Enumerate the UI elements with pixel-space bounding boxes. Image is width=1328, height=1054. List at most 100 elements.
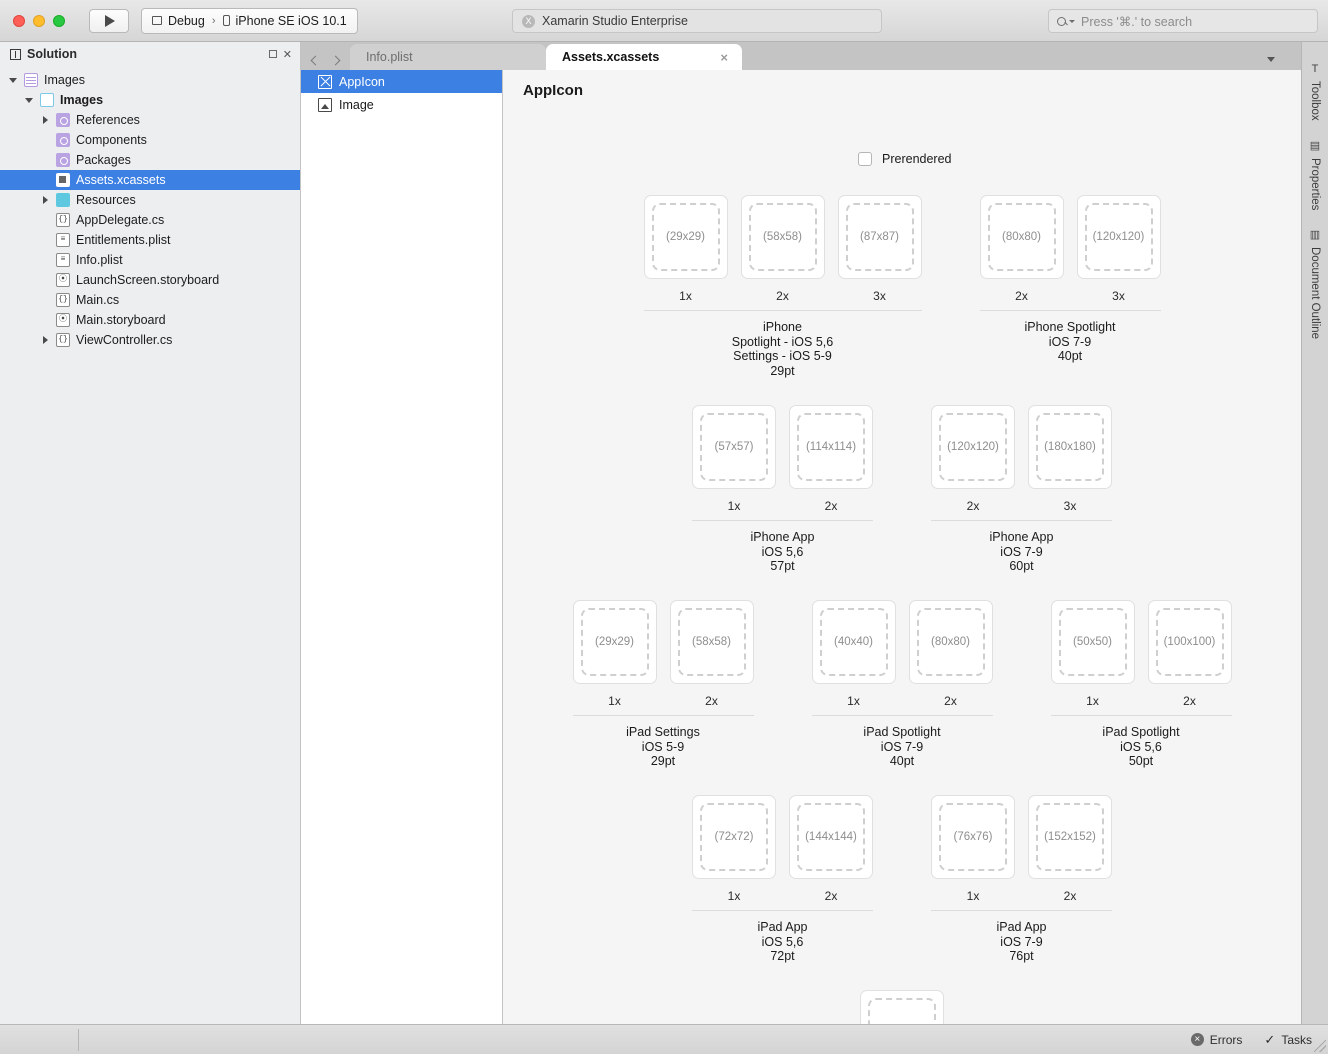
pad-tab-document-outline[interactable]: ▥ Document Outline — [1309, 219, 1321, 348]
icon-group: (50x50) 1x (100x100) 2x iPad Spotlight iOS 5… — [1050, 600, 1232, 769]
close-tab-icon[interactable]: × — [720, 50, 728, 65]
icon-group: (40x40) 1x (80x80) 2x iPad Spotlight iOS 7-9… — [811, 600, 993, 769]
icon-tiles: (72x72) 1x (144x144) 2x — [692, 795, 873, 903]
search-input[interactable]: Press '⌘.' to search — [1048, 9, 1318, 33]
icon-drop-target[interactable]: (100x100) — [1147, 600, 1232, 684]
run-configuration-selector[interactable]: Debug › iPhone SE iOS 10.1 — [141, 7, 358, 34]
icon-drop-target[interactable]: (57x57) — [692, 405, 776, 489]
icon-scale-label: 2x — [824, 499, 838, 513]
solution-tree-item[interactable]: Images — [0, 70, 300, 90]
icon-slot: (120x120) 3x — [1076, 195, 1161, 303]
asset-list-item[interactable]: AppIcon — [301, 70, 502, 93]
solution-pad: Solution ✕ Images Images References Compone… — [0, 42, 301, 1024]
icon-size-label: (29x29) — [651, 203, 720, 271]
icon-drop-target[interactable]: (58x58) — [740, 195, 825, 279]
solution-tree-item[interactable]: {} AppDelegate.cs — [0, 210, 300, 230]
icon-scale-label: 2x — [1183, 694, 1196, 708]
icon-size-label: (76x76) — [939, 803, 1007, 871]
asset-list-item[interactable]: Image — [301, 93, 502, 116]
close-window-button[interactable] — [13, 14, 25, 27]
icon-size-label: (50x50) — [1058, 608, 1127, 676]
icon-slot: (58x58) 2x — [669, 600, 754, 708]
navigate-forward-icon[interactable] — [330, 55, 341, 66]
solution-tree-item[interactable]: Components — [0, 130, 300, 150]
collapse-arrow-icon[interactable] — [24, 97, 34, 103]
collapse-arrow-icon[interactable] — [8, 77, 18, 83]
icon-drop-target[interactable]: (40x40) — [811, 600, 896, 684]
icon-scale-label: 2x — [1015, 289, 1028, 303]
xamarin-logo-icon: X — [522, 14, 535, 28]
icon-drop-target[interactable]: (50x50) — [1050, 600, 1135, 684]
icon-group: (29x29) 1x (58x58) 2x (87x87) 3x iPhone Spotli… — [643, 195, 922, 378]
solution-tree-item[interactable]: {} ViewController.cs — [0, 330, 300, 350]
run-button[interactable] — [89, 8, 129, 33]
tasks-label: Tasks — [1281, 1032, 1312, 1047]
errors-status-button[interactable]: × Errors — [1190, 1032, 1243, 1047]
minimize-window-button[interactable] — [33, 14, 45, 27]
status-app-name-panel: X Xamarin Studio Enterprise — [512, 9, 882, 33]
icon-drop-target[interactable]: (152x152) — [1028, 795, 1112, 879]
solution-tree-item[interactable]: Assets.xcassets — [0, 170, 300, 190]
icon-drop-target[interactable] — [860, 990, 944, 1024]
icon-drop-target[interactable]: (120x120) — [1076, 195, 1161, 279]
app-name-label: Xamarin Studio Enterprise — [542, 14, 688, 28]
solution-tree-item-label: Assets.xcassets — [76, 173, 166, 187]
solution-tree-item[interactable]: Resources — [0, 190, 300, 210]
navigate-back-icon[interactable] — [310, 55, 321, 66]
icon-scale-label: 2x — [944, 694, 957, 708]
icon-drop-target[interactable]: (29x29) — [572, 600, 657, 684]
dock-pad-button[interactable] — [268, 50, 277, 58]
tasks-status-button[interactable]: ✓ Tasks — [1264, 1032, 1312, 1048]
group-divider — [692, 520, 873, 521]
pad-tab-toolbox[interactable]: T Toolbox — [1309, 54, 1321, 130]
icon-slot: (50x50) 1x — [1050, 600, 1135, 708]
icon-drop-target[interactable]: (144x144) — [789, 795, 873, 879]
icon-scale-label: 1x — [1086, 694, 1099, 708]
resize-grip[interactable] — [1314, 1040, 1326, 1052]
solution-tree-item[interactable]: References — [0, 110, 300, 130]
close-pad-button[interactable]: ✕ — [283, 48, 292, 61]
icon-drop-target[interactable]: (80x80) — [979, 195, 1064, 279]
icon-scale-label: 3x — [1112, 289, 1125, 303]
icon-drop-target[interactable]: (120x120) — [931, 405, 1015, 489]
icon-drop-target[interactable]: (180x180) — [1028, 405, 1112, 489]
asset-catalog-list: AppIcon Image — [301, 70, 503, 1024]
expand-arrow-icon[interactable] — [40, 336, 50, 344]
icon-drop-target[interactable]: (76x76) — [931, 795, 1015, 879]
icon-drop-target[interactable]: (58x58) — [669, 600, 754, 684]
solution-tree-item[interactable]: ≡ Entitlements.plist — [0, 230, 300, 250]
solution-tree-item[interactable]: ⦿ Main.storyboard — [0, 310, 300, 330]
icon-group-caption: iPad App iOS 5,6 72pt — [757, 920, 808, 963]
tab-overflow-chevron-icon[interactable] — [1267, 57, 1275, 62]
window-controls — [13, 14, 65, 27]
icon-slot: (40x40) 1x — [811, 600, 896, 708]
solution-tree-item[interactable]: Packages — [0, 150, 300, 170]
pad-tab-properties[interactable]: ▤ Properties — [1309, 130, 1321, 219]
solution-tree-item-label: ViewController.cs — [76, 333, 173, 347]
icon-size-label: (58x58) — [677, 608, 746, 676]
document-tab[interactable]: Info.plist — [350, 44, 546, 70]
icon-drop-target[interactable]: (29x29) — [643, 195, 728, 279]
icon-drop-target[interactable]: (72x72) — [692, 795, 776, 879]
document-tab[interactable]: Assets.xcassets × — [546, 44, 742, 70]
expand-arrow-icon[interactable] — [40, 116, 50, 124]
expand-arrow-icon[interactable] — [40, 196, 50, 204]
solution-tree-item[interactable]: {} Main.cs — [0, 290, 300, 310]
icon-scale-label: 3x — [1063, 499, 1077, 513]
icon-scale-label: 2x — [1063, 889, 1077, 903]
solution-tree-item-label: References — [76, 113, 140, 127]
play-icon — [105, 14, 115, 27]
device-icon — [222, 15, 230, 26]
icon-drop-target[interactable]: (80x80) — [908, 600, 993, 684]
errors-label: Errors — [1209, 1032, 1243, 1047]
solution-tree-item[interactable]: ⦿ LaunchScreen.storyboard — [0, 270, 300, 290]
solution-tree-item[interactable]: Images — [0, 90, 300, 110]
document-tab-label: Assets.xcassets — [562, 50, 660, 64]
maximize-window-button[interactable] — [53, 14, 65, 27]
icon-drop-target[interactable]: (114x114) — [789, 405, 873, 489]
solution-tree-item[interactable]: ≡ Info.plist — [0, 250, 300, 270]
solution-tree-item-label: Main.storyboard — [76, 313, 166, 327]
folder-purple-icon — [56, 113, 70, 127]
pad-tab-label: Properties — [1309, 157, 1321, 211]
icon-drop-target[interactable]: (87x87) — [837, 195, 922, 279]
